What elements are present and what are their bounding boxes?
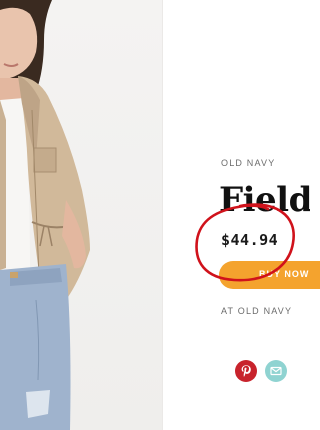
brand-label: OLD NAVY — [221, 158, 276, 168]
title-container: Field J — [219, 178, 310, 228]
product-info-panel: OLD NAVY Field J $44.94 BUY NOW AT OLD N… — [0, 0, 320, 430]
email-icon — [270, 366, 282, 376]
product-price: $44.94 — [221, 231, 279, 249]
pinterest-icon — [241, 365, 251, 377]
product-title: Field J — [219, 180, 310, 220]
buy-now-label: BUY NOW — [259, 269, 310, 279]
pinterest-share-button[interactable] — [235, 360, 257, 382]
retailer-label: AT OLD NAVY — [221, 306, 293, 316]
email-share-button[interactable] — [265, 360, 287, 382]
buy-now-button[interactable]: BUY NOW — [219, 261, 320, 289]
